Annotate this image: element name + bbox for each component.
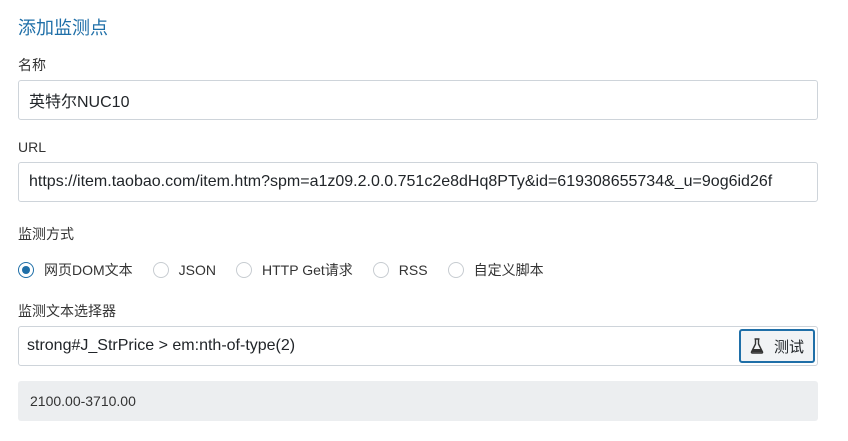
radio-indicator[interactable] (372, 262, 389, 278)
radio-label: 自定义脚本 (473, 262, 544, 278)
test-button[interactable]: 测试 (739, 329, 815, 363)
selector-label: 监测文本选择器 (18, 303, 116, 319)
radio-label: RSS (398, 262, 428, 278)
name-input[interactable] (18, 80, 818, 120)
selector-input-group: 测试 (18, 326, 818, 366)
radio-indicator[interactable] (447, 262, 464, 278)
selector-input[interactable] (19, 327, 739, 365)
method-radio-group: 网页DOM文本 JSON HTTP Get请求 RSS 自定义脚本 (18, 259, 564, 281)
radio-http-get[interactable]: HTTP Get请求 (236, 260, 353, 280)
radio-rss[interactable]: RSS (372, 262, 428, 278)
radio-indicator[interactable] (236, 262, 253, 278)
radio-custom-script[interactable]: 自定义脚本 (447, 260, 544, 280)
radio-dom-text[interactable]: 网页DOM文本 (18, 260, 133, 280)
url-label: URL (18, 139, 47, 155)
url-input[interactable] (18, 162, 818, 202)
radio-label: 网页DOM文本 (44, 262, 133, 278)
radio-json[interactable]: JSON (152, 262, 217, 278)
test-button-label: 测试 (773, 338, 804, 356)
name-label: 名称 (18, 57, 46, 73)
add-monitor-form: 添加监测点 名称 URL 监测方式 网页DOM文本 JSON HTTP Get请… (0, 0, 848, 441)
test-result-text: 2100.00-3710.00 (30, 393, 136, 409)
test-result: 2100.00-3710.00 (18, 381, 818, 421)
method-label: 监测方式 (18, 226, 74, 242)
flask-icon (750, 338, 764, 354)
radio-label: JSON (178, 262, 217, 278)
radio-indicator[interactable] (18, 262, 34, 278)
page-title: 添加监测点 (18, 18, 108, 38)
radio-indicator[interactable] (152, 262, 169, 278)
radio-label: HTTP Get请求 (262, 262, 353, 278)
